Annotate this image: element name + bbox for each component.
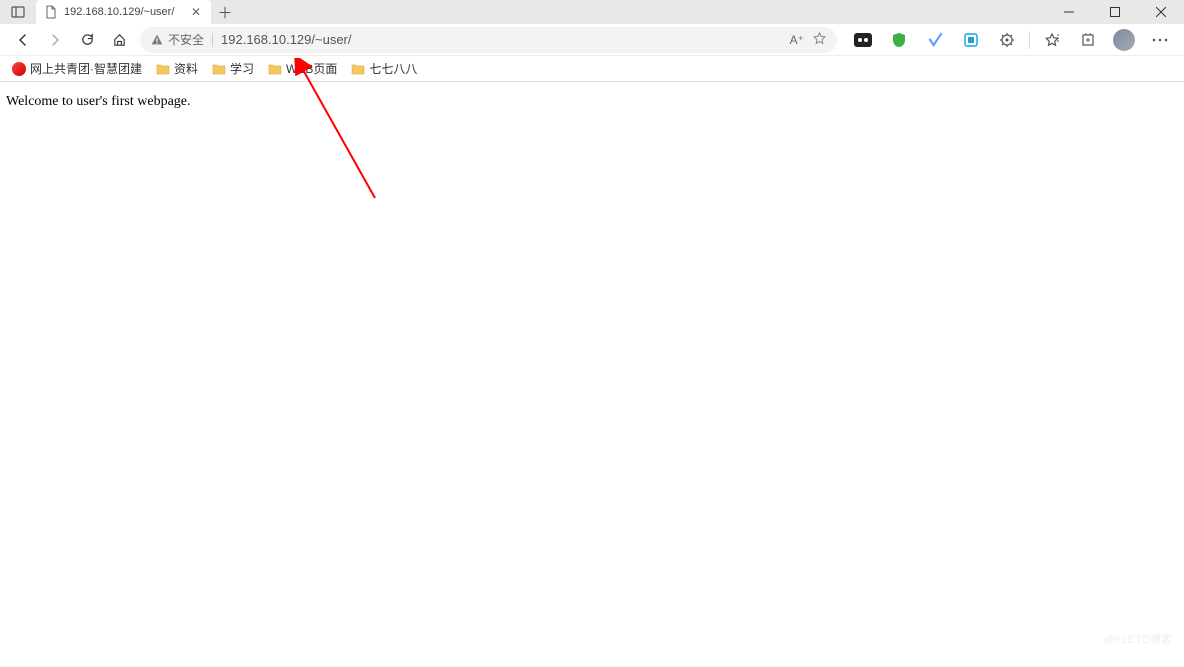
tab-title: 192.168.10.129/~user/ bbox=[64, 6, 183, 18]
warning-icon bbox=[150, 33, 164, 47]
bookmark-label: 七七八八 bbox=[369, 60, 417, 77]
bookmark-item[interactable]: WEB页面 bbox=[264, 58, 341, 79]
collections-button[interactable] bbox=[1072, 26, 1104, 54]
extension-1[interactable] bbox=[847, 26, 879, 54]
favorite-button[interactable] bbox=[812, 31, 827, 49]
bookmark-label: WEB页面 bbox=[286, 60, 337, 77]
extension-4[interactable] bbox=[955, 26, 987, 54]
forward-button[interactable] bbox=[40, 26, 70, 54]
page-content: Welcome to user's first webpage. bbox=[0, 82, 1184, 122]
folder-icon bbox=[156, 63, 170, 75]
bookmark-item[interactable]: 学习 bbox=[208, 58, 258, 79]
close-window-button[interactable] bbox=[1138, 0, 1184, 24]
maximize-button[interactable] bbox=[1092, 0, 1138, 24]
settings-button[interactable] bbox=[991, 26, 1023, 54]
reader-mode-button[interactable]: A⁺ bbox=[790, 33, 804, 47]
bookmark-label: 学习 bbox=[230, 60, 254, 77]
bookmark-item[interactable]: 网上共青团·智慧团建 bbox=[8, 58, 146, 79]
bookmark-label: 网上共青团·智慧团建 bbox=[30, 60, 142, 77]
bookmark-item[interactable]: 资料 bbox=[152, 58, 202, 79]
bookmark-label: 资料 bbox=[174, 60, 198, 77]
separator bbox=[1029, 31, 1030, 49]
separator bbox=[212, 33, 213, 47]
page-text: Welcome to user's first webpage. bbox=[6, 94, 191, 109]
refresh-button[interactable] bbox=[72, 26, 102, 54]
tab-close-button[interactable]: ✕ bbox=[189, 5, 203, 19]
bookmark-item[interactable]: 七七八八 bbox=[347, 58, 421, 79]
favorites-button[interactable] bbox=[1036, 26, 1068, 54]
extension-3[interactable] bbox=[919, 26, 951, 54]
more-button[interactable] bbox=[1144, 26, 1176, 54]
bookmarks-bar: 网上共青团·智慧团建 资料 学习 WEB页面 七七八八 bbox=[0, 56, 1184, 82]
url-text: 192.168.10.129/~user/ bbox=[221, 32, 782, 47]
page-icon bbox=[44, 5, 58, 19]
tab-panel-icon bbox=[11, 5, 25, 19]
security-label: 不安全 bbox=[168, 31, 204, 48]
home-button[interactable] bbox=[104, 26, 134, 54]
minimize-button[interactable] bbox=[1046, 0, 1092, 24]
address-bar[interactable]: 不安全 192.168.10.129/~user/ A⁺ bbox=[140, 27, 837, 53]
new-tab-button[interactable]: ＋ bbox=[211, 0, 239, 24]
folder-icon bbox=[351, 63, 365, 75]
tab-panel-button[interactable] bbox=[0, 0, 36, 24]
security-status[interactable]: 不安全 bbox=[150, 31, 204, 48]
watermark: @51CTO博客 bbox=[1104, 631, 1172, 647]
back-button[interactable] bbox=[8, 26, 38, 54]
extension-2[interactable] bbox=[883, 26, 915, 54]
avatar-icon bbox=[1113, 29, 1135, 51]
browser-tab[interactable]: 192.168.10.129/~user/ ✕ bbox=[36, 0, 211, 24]
folder-icon bbox=[212, 63, 226, 75]
profile-button[interactable] bbox=[1108, 26, 1140, 54]
folder-icon bbox=[268, 63, 282, 75]
site-icon bbox=[12, 62, 26, 76]
